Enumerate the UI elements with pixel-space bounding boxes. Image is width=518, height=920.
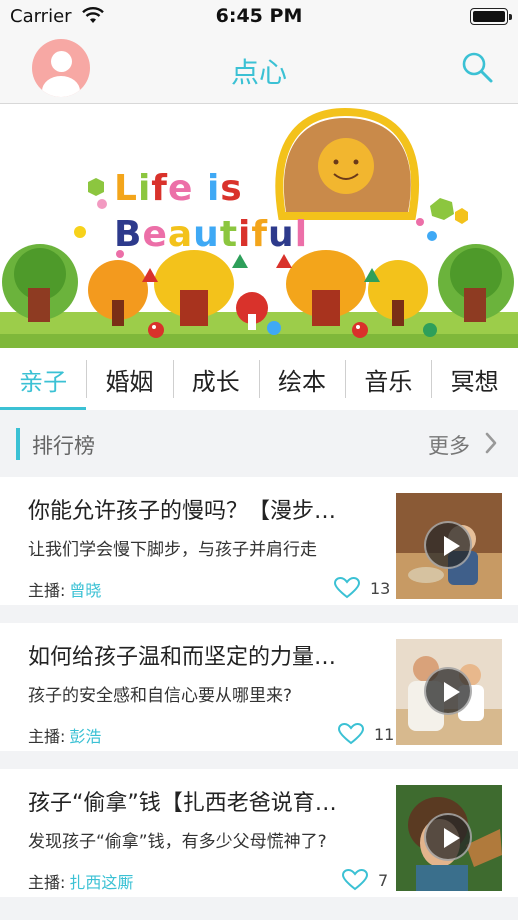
banner-letter: i xyxy=(137,168,152,209)
banner-letter: e xyxy=(142,214,168,255)
item-subtitle: 发现孩子“偷拿”钱，有多少父母慌神了? xyxy=(28,832,327,852)
like-count: 13 xyxy=(370,578,391,598)
heart-icon[interactable] xyxy=(338,723,364,745)
search-icon[interactable] xyxy=(460,50,494,84)
banner-letter: u xyxy=(193,214,220,255)
heart-icon[interactable] xyxy=(342,869,368,891)
banner-letter: e xyxy=(167,168,194,209)
play-icon[interactable] xyxy=(424,667,472,715)
chevron-right-icon[interactable] xyxy=(484,432,498,454)
play-icon[interactable] xyxy=(424,813,472,861)
host-label: 主播: xyxy=(28,581,66,600)
banner-letter: L xyxy=(114,168,138,209)
banner-letter: l xyxy=(294,214,309,255)
item-host: 主播: 彭浩 xyxy=(28,723,101,747)
item-host: 主播: 曾晓 xyxy=(28,577,101,601)
item-subtitle: 让我们学会慢下脚步，与孩子并肩行走 xyxy=(28,540,317,560)
tab-meditation[interactable]: 冥想 xyxy=(431,348,517,410)
banner-letter: a xyxy=(167,214,194,255)
category-tabs: 亲子 婚姻 成长 绘本 音乐 冥想 xyxy=(0,348,518,410)
video-thumbnail[interactable] xyxy=(396,639,502,745)
tab-growth[interactable]: 成长 xyxy=(172,348,259,410)
host-name[interactable]: 曾晓 xyxy=(69,581,101,600)
video-thumbnail[interactable] xyxy=(396,493,502,599)
status-time: 6:45 PM xyxy=(215,5,303,27)
banner-letter: B xyxy=(114,214,143,255)
banner-letter: f xyxy=(251,214,269,255)
banner-text-line2: Beautiful xyxy=(114,214,308,255)
item-title: 你能允许孩子的慢吗？【漫步… xyxy=(28,499,337,524)
more-link[interactable]: 更多 xyxy=(428,430,470,460)
banner-text-line1: Life is xyxy=(114,168,243,209)
ranking-section-header: 排行榜 更多 xyxy=(0,410,518,477)
video-thumbnail[interactable] xyxy=(396,785,502,891)
page-title: 点心 xyxy=(230,56,287,89)
like-count: 7 xyxy=(378,870,389,890)
host-label: 主播: xyxy=(28,873,66,892)
list-item[interactable]: 孩子“偷拿”钱【扎西老爸说育… 发现孩子“偷拿”钱，有多少父母慌神了? 主播: 扎… xyxy=(0,769,518,897)
play-icon[interactable] xyxy=(424,521,472,569)
list-item[interactable]: 如何给孩子温和而坚定的力量… 孩子的安全感和自信心要从哪里来? 主播: 彭浩 11 xyxy=(0,623,518,751)
nav-bar: 点心 xyxy=(0,34,518,104)
tab-picture-books[interactable]: 绘本 xyxy=(258,348,345,410)
banner-letter xyxy=(193,168,207,209)
banner-letter: t xyxy=(219,214,239,255)
item-subtitle: 孩子的安全感和自信心要从哪里来? xyxy=(28,686,293,706)
banner-letter: f xyxy=(151,168,168,209)
status-bar: Carrier 6:45 PM xyxy=(0,0,518,34)
section-title: 排行榜 xyxy=(32,434,95,458)
item-title: 孩子“偷拿”钱【扎西老爸说育… xyxy=(28,791,337,816)
like-group[interactable]: 7 xyxy=(342,869,388,891)
like-group[interactable]: 13 xyxy=(334,577,390,599)
list-item[interactable]: 你能允许孩子的慢吗？【漫步… 让我们学会慢下脚步，与孩子并肩行走 主播: 曾晓 1… xyxy=(0,477,518,605)
host-name[interactable]: 彭浩 xyxy=(69,727,101,746)
battery-icon xyxy=(470,8,512,25)
like-count: 11 xyxy=(374,724,395,744)
banner-letter: i xyxy=(238,214,252,255)
banner-letter: s xyxy=(220,168,243,209)
host-name[interactable]: 扎西这厮 xyxy=(69,873,133,892)
item-host: 主播: 扎西这厮 xyxy=(28,869,133,893)
item-title: 如何给孩子温和而坚定的力量… xyxy=(28,645,337,670)
banner-carousel[interactable]: Life is Beautiful xyxy=(0,104,518,348)
banner-letter: i xyxy=(206,168,221,209)
tab-music[interactable]: 音乐 xyxy=(345,348,431,410)
tab-marriage[interactable]: 婚姻 xyxy=(86,348,172,410)
tab-parenting[interactable]: 亲子 xyxy=(0,348,87,410)
host-label: 主播: xyxy=(28,727,66,746)
heart-icon[interactable] xyxy=(334,577,360,599)
section-accent-bar xyxy=(16,428,20,460)
like-group[interactable]: 11 xyxy=(338,723,394,745)
banner-letter: u xyxy=(268,214,295,255)
